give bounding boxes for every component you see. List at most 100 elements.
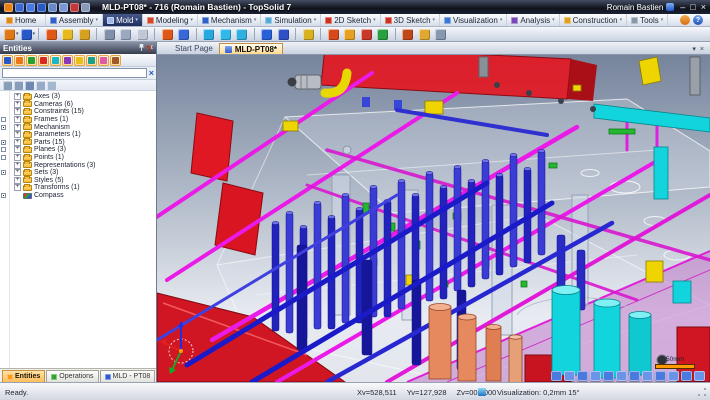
filter-curves-icon[interactable] [74,55,85,66]
tree-item-checkbox[interactable] [1,155,6,160]
expand-all-icon[interactable] [14,81,23,90]
part-icon[interactable]: ▾ [3,27,20,41]
channel-icon[interactable]: ▾ [202,27,219,41]
view-top-icon[interactable] [668,371,679,381]
chevron-down-icon[interactable]: ▾ [190,17,193,23]
expand-icon[interactable]: + [14,169,21,176]
preview-icon[interactable]: ▾ [136,27,153,41]
tab-tools[interactable]: Tools ▾ [627,14,668,26]
tab-analysis[interactable]: Analysis ▾ [507,14,559,26]
tree-item-checkbox[interactable] [1,140,6,145]
view-front-icon[interactable] [616,371,627,381]
chevron-down-icon[interactable]: ▾ [552,17,555,23]
channel-drill-icon[interactable]: ▾ [219,27,236,41]
fill-analysis-icon[interactable]: ▾ [401,27,418,41]
render-mode-icon[interactable] [694,371,705,381]
separator[interactable]: ▾ [252,27,261,41]
save-icon[interactable] [37,3,46,12]
expand-icon[interactable]: + [14,108,21,115]
separator[interactable]: ▾ [36,27,45,41]
doc-tab-start-page[interactable]: Start Page [160,43,218,54]
gate-icon[interactable]: ▾ [360,27,377,41]
cooling-accessory-icon[interactable]: ▾ [177,27,194,41]
chevron-down-icon[interactable]: ▾ [433,17,436,23]
tree-item[interactable]: + Compass [0,192,156,200]
sort-icon[interactable] [25,81,34,90]
tab-mold[interactable]: Mold ▾ [103,14,143,26]
redo-icon[interactable] [59,3,68,12]
tab-mechanism[interactable]: Mechanism ▾ [198,14,261,26]
filter-axes-icon[interactable] [50,55,61,66]
expand-icon[interactable]: + [14,116,21,123]
chevron-down-icon[interactable]: ▾ [661,17,664,23]
measure-icon[interactable]: ▾ [103,27,120,41]
panel-tab-entities[interactable]: Entities [2,370,45,382]
tree-item-checkbox[interactable] [1,117,6,122]
expand-icon[interactable]: + [14,146,21,153]
expand-icon[interactable]: + [14,124,21,131]
filter-sets-icon[interactable] [98,55,109,66]
tree-item-checkbox[interactable] [1,170,6,175]
undo-icon[interactable] [48,3,57,12]
filter-parts-icon[interactable] [2,55,13,66]
close-document-icon[interactable]: × [700,46,704,53]
tree-item-checkbox[interactable] [1,125,6,130]
project-icon[interactable]: ▾ [20,27,37,41]
close-button[interactable]: × [701,3,706,12]
ejector-icon[interactable]: ▾ [260,27,277,41]
expand-icon[interactable]: + [14,139,21,146]
balance-icon[interactable]: ▾ [119,27,136,41]
tab-home[interactable]: Home ▾ [2,14,46,26]
view-right-icon[interactable] [655,371,666,381]
expand-icon[interactable]: + [14,93,21,100]
separator[interactable]: ▾ [194,27,203,41]
rotate-view-icon[interactable] [603,371,614,381]
zoom-in-out-icon[interactable] [577,371,588,381]
panel-tab-mld-pt08[interactable]: MLD - PT08 [100,370,156,382]
user-chip[interactable]: Romain Bastien [607,3,674,12]
view-left-icon[interactable] [642,371,653,381]
anchor-icon[interactable]: ▾ [45,27,62,41]
pin-panel-icon[interactable] [138,43,145,54]
tab-simulation[interactable]: Simulation ▾ [261,14,321,26]
chevron-down-icon[interactable]: ▾ [373,17,376,23]
chevron-down-icon[interactable]: ▾ [500,17,503,23]
customize-icon[interactable] [680,15,690,25]
chevron-down-icon[interactable]: ▾ [135,17,138,23]
tab-construction[interactable]: Construction ▾ [560,14,627,26]
filter-others-icon[interactable] [110,55,121,66]
separator[interactable]: ▾ [152,27,161,41]
new-document-icon[interactable] [15,3,24,12]
cooling-circuit-icon[interactable]: ▾ [161,27,178,41]
filter-planes-icon[interactable] [38,55,49,66]
tree-item[interactable]: + Transforms (1) [0,184,156,192]
split-surface-icon[interactable]: ▾ [78,27,95,41]
expand-icon[interactable]: + [14,101,21,108]
clear-search-icon[interactable]: × [149,69,154,78]
visualization-icon[interactable] [478,388,486,396]
separator[interactable]: ▾ [94,27,103,41]
channel-plug-icon[interactable]: ▾ [235,27,252,41]
chevron-down-icon[interactable]: ▾ [314,17,317,23]
chevron-down-icon[interactable]: ▾ [33,31,36,37]
mold-options-icon[interactable]: ▾ [434,27,451,41]
tree-item-checkbox[interactable] [1,193,6,198]
tab-3d-sketch[interactable]: 3D Sketch ▾ [381,14,440,26]
slide-icon[interactable]: ▾ [327,27,344,41]
filter-surfaces-icon[interactable] [86,55,97,66]
zoom-window-icon[interactable] [564,371,575,381]
expand-icon[interactable]: + [14,162,21,169]
zoom-all-icon[interactable] [551,371,562,381]
lifter-icon[interactable]: ▾ [343,27,360,41]
expand-icon[interactable]: + [14,184,21,191]
tab-list-icon[interactable]: ▾ [692,45,696,53]
entities-help-icon[interactable]: ? [146,44,154,54]
expand-icon[interactable]: + [14,154,21,161]
separator[interactable]: ▾ [318,27,327,41]
visualization-setting[interactable]: Visualization: 0,2mm 15° [497,388,580,397]
maximize-button[interactable]: □ [690,3,695,12]
3d-scene[interactable]: 50mm [157,55,710,382]
minimize-button[interactable]: – [680,3,685,12]
tab-assembly[interactable]: Assembly ▾ [46,14,103,26]
tree-item-checkbox[interactable] [1,147,6,152]
